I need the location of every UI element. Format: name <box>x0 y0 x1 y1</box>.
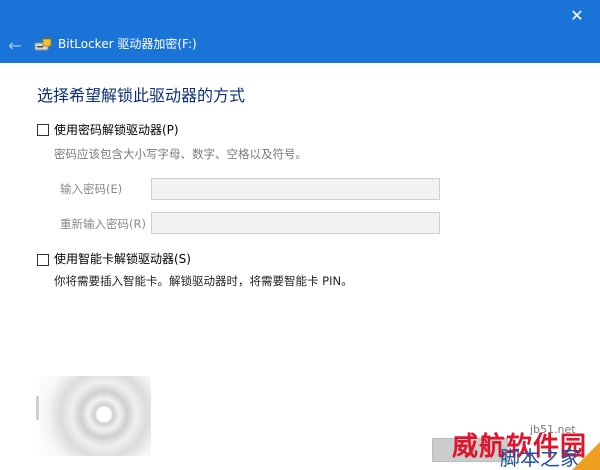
reenter-password-label: 重新输入密码(R) <box>60 217 146 231</box>
page-heading: 选择希望解锁此驱动器的方式 <box>37 86 246 105</box>
watermark-blue-text: 脚本之家 <box>500 446 580 470</box>
smartcard-description: 你将需要插入智能卡。解锁驱动器时，将需要智能卡 PIN。 <box>54 274 353 288</box>
bitlocker-drive-icon <box>34 36 52 51</box>
swirl-overlay-image <box>39 376 151 456</box>
password-checkbox[interactable] <box>37 124 49 136</box>
reenter-password-field[interactable] <box>151 212 440 234</box>
enter-password-field[interactable] <box>151 178 440 200</box>
smartcard-checkbox[interactable] <box>37 254 49 266</box>
close-icon: ✕ <box>570 5 584 25</box>
enter-password-label: 输入密码(E) <box>60 182 123 196</box>
back-arrow-icon: ← <box>8 35 22 55</box>
password-hint: 密码应该包含大小写字母、数字、空格以及符号。 <box>54 147 307 161</box>
title-bar: ✕ ← BitLocker 驱动器加密(F:) <box>0 0 600 63</box>
close-button[interactable]: ✕ <box>554 0 600 30</box>
corner-fold-decoration <box>572 442 600 470</box>
smartcard-option-label[interactable]: 使用智能卡解锁驱动器(S) <box>54 251 191 267</box>
password-option-label[interactable]: 使用密码解锁驱动器(P) <box>54 122 179 138</box>
back-button[interactable]: ← <box>4 33 26 57</box>
window-title: BitLocker 驱动器加密(F:) <box>58 37 197 51</box>
